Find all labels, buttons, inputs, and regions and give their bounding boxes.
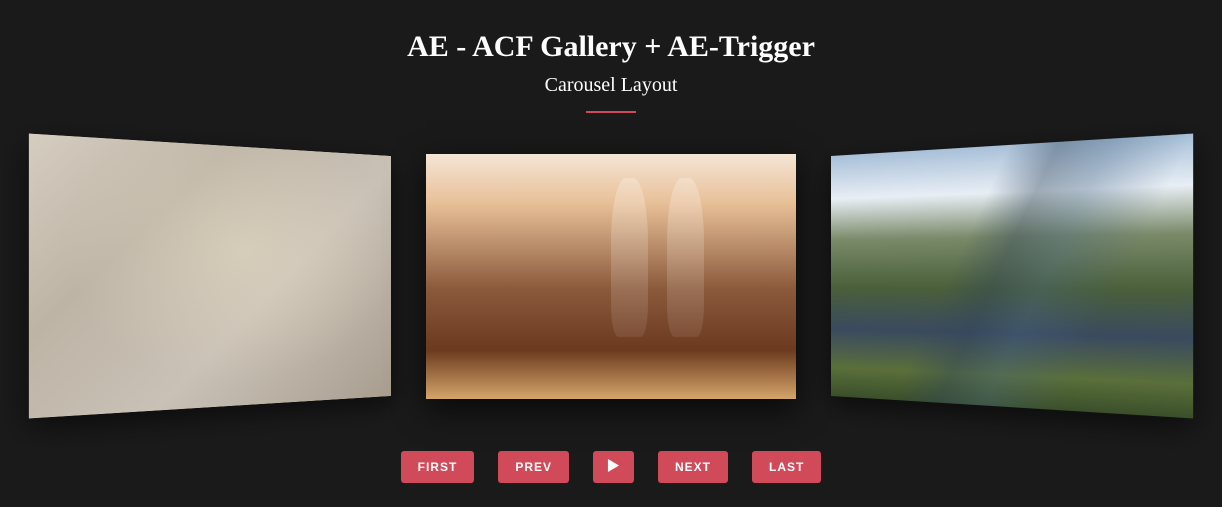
play-button[interactable] xyxy=(593,451,634,483)
play-icon xyxy=(607,459,620,475)
carousel-slide-right[interactable] xyxy=(831,134,1193,419)
last-button[interactable]: LAST xyxy=(752,451,821,483)
title-divider xyxy=(586,111,636,113)
prev-button[interactable]: PREV xyxy=(498,451,569,483)
first-button[interactable]: FIRST xyxy=(401,451,475,483)
gallery-container: AE - ACF Gallery + AE-Trigger Carousel L… xyxy=(0,0,1222,483)
carousel xyxy=(61,141,1161,411)
carousel-slide-left[interactable] xyxy=(29,134,391,419)
page-subtitle: Carousel Layout xyxy=(545,74,678,97)
next-button[interactable]: NEXT xyxy=(658,451,728,483)
page-title: AE - ACF Gallery + AE-Trigger xyxy=(407,30,815,64)
carousel-controls: FIRST PREV NEXT LAST xyxy=(401,451,822,483)
carousel-slide-center[interactable] xyxy=(426,154,796,399)
